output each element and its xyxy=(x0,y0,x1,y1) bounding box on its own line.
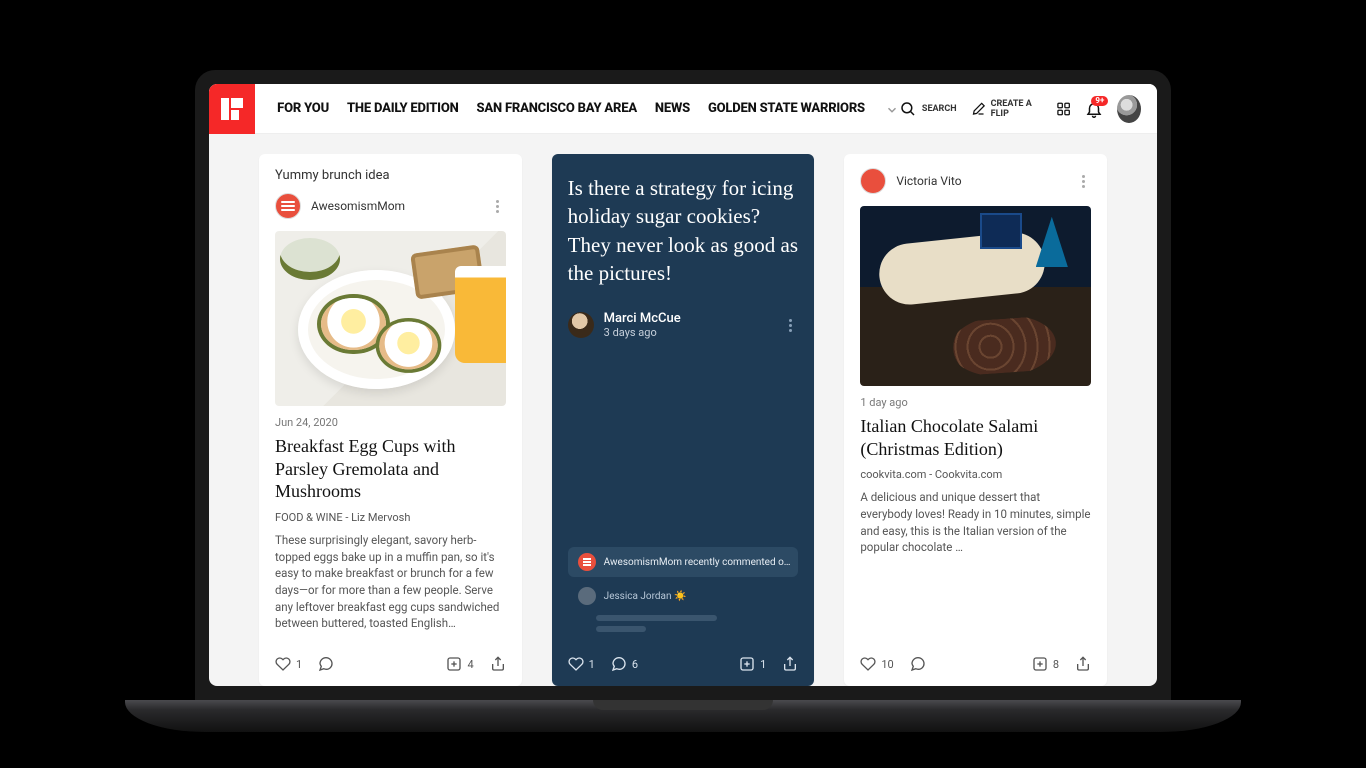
nav-news[interactable]: NEWS xyxy=(655,101,690,117)
nav-golden-state-warriors[interactable]: GOLDEN STATE WARRIORS xyxy=(708,101,865,117)
search-button[interactable]: SEARCH xyxy=(899,100,957,118)
app-screen: FOR YOU THE DAILY EDITION SAN FRANCISCO … xyxy=(209,84,1157,686)
post-time: 3 days ago xyxy=(604,326,681,339)
comment-icon xyxy=(910,656,926,672)
plus-square-icon xyxy=(446,656,462,672)
author-avatar[interactable] xyxy=(275,193,301,219)
more-options-icon[interactable] xyxy=(782,317,798,333)
compose-icon xyxy=(971,100,986,118)
like-button[interactable]: 1 xyxy=(275,656,302,672)
card-footer: 10 8 xyxy=(844,646,1107,686)
notification-badge: 9+ xyxy=(1091,96,1108,106)
laptop-frame: FOR YOU THE DAILY EDITION SAN FRANCISCO … xyxy=(195,70,1171,700)
header-actions: SEARCH CREATE A FLIP 9+ xyxy=(899,95,1157,123)
article-excerpt: A delicious and unique dessert that ever… xyxy=(860,489,1091,556)
search-label: SEARCH xyxy=(922,104,957,114)
byline: Marci McCue 3 days ago xyxy=(568,311,799,339)
byline: Victoria Vito xyxy=(860,168,1091,194)
publish-date: Jun 24, 2020 xyxy=(275,416,506,429)
question-title[interactable]: Is there a strategy for icing holiday su… xyxy=(568,168,799,287)
chevron-down-icon[interactable] xyxy=(885,103,899,117)
byline: AwesomismMom xyxy=(275,193,506,219)
comment-preview-row[interactable]: AwesomismMom recently commented o… xyxy=(568,547,799,577)
flip-caption: Yummy brunch idea xyxy=(275,168,506,183)
nav-for-you[interactable]: FOR YOU xyxy=(277,101,329,117)
add-count: 8 xyxy=(1053,658,1059,671)
article-image[interactable] xyxy=(275,231,506,406)
post-time: 1 day ago xyxy=(860,396,1091,409)
article-source: FOOD & WINE - Liz Mervosh xyxy=(275,511,506,524)
more-options-icon[interactable] xyxy=(1075,173,1091,189)
notifications-button[interactable]: 9+ xyxy=(1085,100,1103,118)
like-count: 1 xyxy=(589,658,595,671)
author-name[interactable]: AwesomismMom xyxy=(311,199,405,213)
laptop-base xyxy=(125,700,1241,732)
share-button[interactable] xyxy=(490,656,506,672)
feed-card-brunch: Yummy brunch idea AwesomismMom Jun 24, 2… xyxy=(259,154,522,686)
share-icon xyxy=(490,656,506,672)
comment-preview-text: AwesomismMom recently commented o… xyxy=(604,557,791,568)
add-button[interactable]: 1 xyxy=(739,656,766,672)
author-avatar[interactable] xyxy=(568,312,594,338)
commenter-avatar xyxy=(578,553,596,571)
share-icon xyxy=(1075,656,1091,672)
header-bar: FOR YOU THE DAILY EDITION SAN FRANCISCO … xyxy=(209,84,1157,134)
author-avatar[interactable] xyxy=(860,168,886,194)
card-footer: 1 4 xyxy=(259,646,522,686)
feed-card-question: Is there a strategy for icing holiday su… xyxy=(552,154,815,686)
share-button[interactable] xyxy=(782,656,798,672)
create-flip-button[interactable]: CREATE A FLIP xyxy=(971,99,1043,119)
comment-icon xyxy=(611,656,627,672)
add-button[interactable]: 4 xyxy=(446,656,473,672)
plus-square-icon xyxy=(739,656,755,672)
comment-preview: AwesomismMom recently commented o… Jessi… xyxy=(568,537,799,632)
card-footer: 1 6 1 xyxy=(552,646,815,686)
like-count: 10 xyxy=(881,658,893,671)
grid-icon[interactable] xyxy=(1056,100,1071,118)
feed-card-salami: Victoria Vito 1 day ago Italian Chocolat… xyxy=(844,154,1107,686)
top-nav: FOR YOU THE DAILY EDITION SAN FRANCISCO … xyxy=(277,101,899,117)
article-source: cookvita.com - Cookvita.com xyxy=(860,468,1091,481)
article-excerpt: These surprisingly elegant, savory herb-… xyxy=(275,532,506,632)
comment-icon xyxy=(318,656,334,672)
author-name[interactable]: Victoria Vito xyxy=(896,174,961,188)
search-icon xyxy=(899,100,917,118)
add-button[interactable]: 8 xyxy=(1032,656,1059,672)
profile-avatar[interactable] xyxy=(1117,95,1141,123)
share-icon xyxy=(782,656,798,672)
article-title[interactable]: Italian Chocolate Salami (Christmas Edit… xyxy=(860,415,1091,460)
comment-button[interactable] xyxy=(910,656,926,672)
author-name[interactable]: Marci McCue xyxy=(604,311,681,326)
like-button[interactable]: 10 xyxy=(860,656,893,672)
flipboard-logo-icon xyxy=(221,98,243,120)
like-button[interactable]: 1 xyxy=(568,656,595,672)
article-title[interactable]: Breakfast Egg Cups with Parsley Gremolat… xyxy=(275,435,506,503)
more-options-icon[interactable] xyxy=(490,198,506,214)
share-button[interactable] xyxy=(1075,656,1091,672)
nav-sf-bay-area[interactable]: SAN FRANCISCO BAY AREA xyxy=(477,101,637,117)
article-image[interactable] xyxy=(860,206,1091,386)
comment-button[interactable] xyxy=(318,656,334,672)
plus-square-icon xyxy=(1032,656,1048,672)
flipboard-logo[interactable] xyxy=(209,84,255,134)
commenter-name: Jessica Jordan ☀️ xyxy=(604,591,687,602)
comment-button[interactable]: 6 xyxy=(611,656,638,672)
create-flip-label: CREATE A FLIP xyxy=(991,99,1042,119)
heart-icon xyxy=(275,656,291,672)
laptop-notch xyxy=(593,700,773,710)
feed-grid: Yummy brunch idea AwesomismMom Jun 24, 2… xyxy=(209,134,1157,686)
comment-preview-row[interactable]: Jessica Jordan ☀️ xyxy=(568,583,799,609)
heart-icon xyxy=(568,656,584,672)
add-count: 4 xyxy=(467,658,473,671)
commenter-avatar xyxy=(578,587,596,605)
add-count: 1 xyxy=(760,658,766,671)
nav-daily-edition[interactable]: THE DAILY EDITION xyxy=(347,101,459,117)
like-count: 1 xyxy=(296,658,302,671)
heart-icon xyxy=(860,656,876,672)
comment-count: 6 xyxy=(632,658,638,671)
